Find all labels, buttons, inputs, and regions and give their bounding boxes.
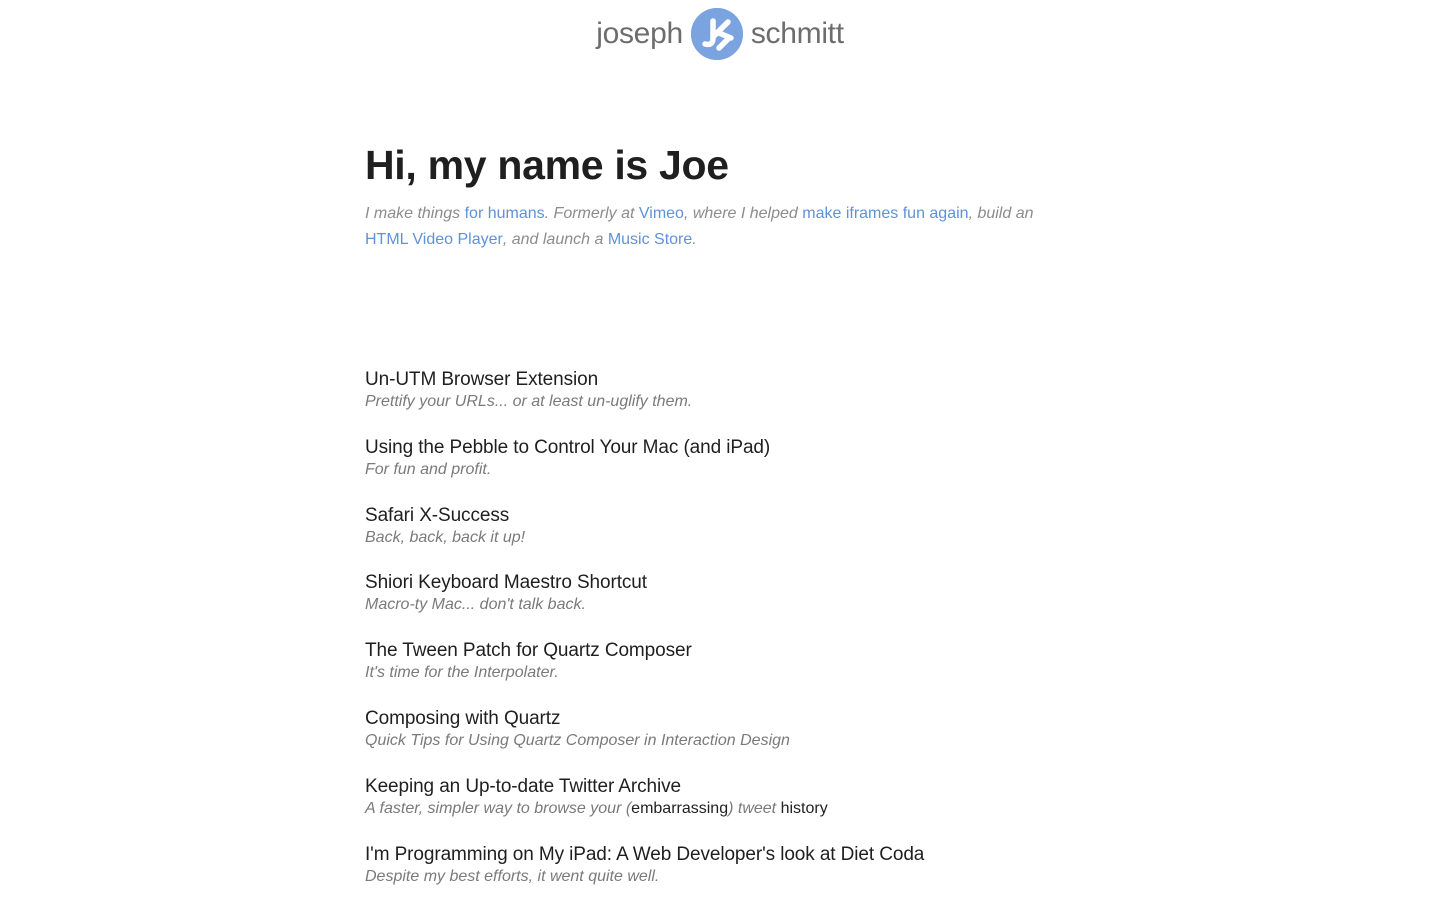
for-humans-link[interactable]: for humans <box>465 205 545 222</box>
logo-first-name: joseph <box>596 17 683 50</box>
post-title-link[interactable]: The Tween Patch for Quartz Composer <box>365 639 1125 663</box>
post-description: Back, back, back it up! <box>365 528 526 546</box>
intro-section: Hi, my name is Joe I make things for hum… <box>365 140 1065 253</box>
logo-last-name: schmitt <box>750 17 844 50</box>
post-description-part: history <box>780 799 828 817</box>
post-description: It's time for the Interpolater. <box>365 664 559 682</box>
tagline-text: , where I helped <box>683 205 803 222</box>
js-monogram-icon <box>690 8 743 60</box>
post-list: Un-UTM Browser Extension Prettify your U… <box>365 368 1125 900</box>
list-item: I'm Programming on My iPad: A Web Develo… <box>365 843 1125 900</box>
vimeo-link[interactable]: Vimeo <box>639 205 684 222</box>
post-title-link[interactable]: Keeping an Up-to-date Twitter Archive <box>365 775 1125 799</box>
post-title-link[interactable]: Un-UTM Browser Extension <box>365 368 1125 392</box>
post-description: Prettify your URLs... or at least un-ugl… <box>365 393 693 410</box>
post-title-link[interactable]: Safari X-Success <box>365 504 1125 528</box>
post-description-part: ) tweet <box>728 799 781 817</box>
iframes-link[interactable]: make iframes fun again <box>802 205 968 222</box>
post-description: Despite my best efforts, it went quite w… <box>365 867 660 885</box>
site-header: joseph schmitt <box>0 8 1440 60</box>
post-title-link[interactable]: Composing with Quartz <box>365 707 1125 731</box>
post-description-part: A faster, simpler way to browse your ( <box>365 799 632 817</box>
page-title: Hi, my name is Joe <box>365 142 729 188</box>
list-item: Safari X-Success Back, back, back it up! <box>365 504 1125 572</box>
music-store-link[interactable]: Music Store <box>608 231 692 248</box>
list-item: Keeping an Up-to-date Twitter Archive A … <box>365 775 1125 843</box>
page: joseph schmitt Hi, my name is Joe I make… <box>0 0 1440 900</box>
list-item: Shiori Keyboard Maestro Shortcut Macro-t… <box>365 571 1125 639</box>
post-title-link[interactable]: I'm Programming on My iPad: A Web Develo… <box>365 843 1125 867</box>
html-video-player-link[interactable]: HTML Video Player <box>365 231 503 248</box>
tagline-text: I make things <box>365 205 465 222</box>
post-description: Macro-ty Mac... don't talk back. <box>365 596 586 614</box>
tagline-text: , and launch a <box>502 231 608 248</box>
post-description-part: embarrassing <box>631 799 729 817</box>
tagline: I make things for humans. Formerly at Vi… <box>365 201 1065 253</box>
tagline-text: , build an <box>968 205 1034 222</box>
list-item: The Tween Patch for Quartz Composer It's… <box>365 639 1125 707</box>
home-logo-link[interactable]: joseph schmitt <box>596 8 844 60</box>
post-title-link[interactable]: Using the Pebble to Control Your Mac (an… <box>365 436 1125 460</box>
list-item: Un-UTM Browser Extension Prettify your U… <box>365 368 1125 436</box>
list-item: Composing with Quartz Quick Tips for Usi… <box>365 707 1125 775</box>
post-title-link[interactable]: Shiori Keyboard Maestro Shortcut <box>365 571 1125 595</box>
tagline-text: . Formerly at <box>544 205 639 222</box>
post-description: For fun and profit. <box>365 460 492 478</box>
post-description: A faster, simpler way to browse your (em… <box>365 799 1125 819</box>
tagline-text: . <box>692 231 697 248</box>
list-item: Using the Pebble to Control Your Mac (an… <box>365 436 1125 504</box>
post-description: Quick Tips for Using Quartz Composer in … <box>365 731 790 749</box>
